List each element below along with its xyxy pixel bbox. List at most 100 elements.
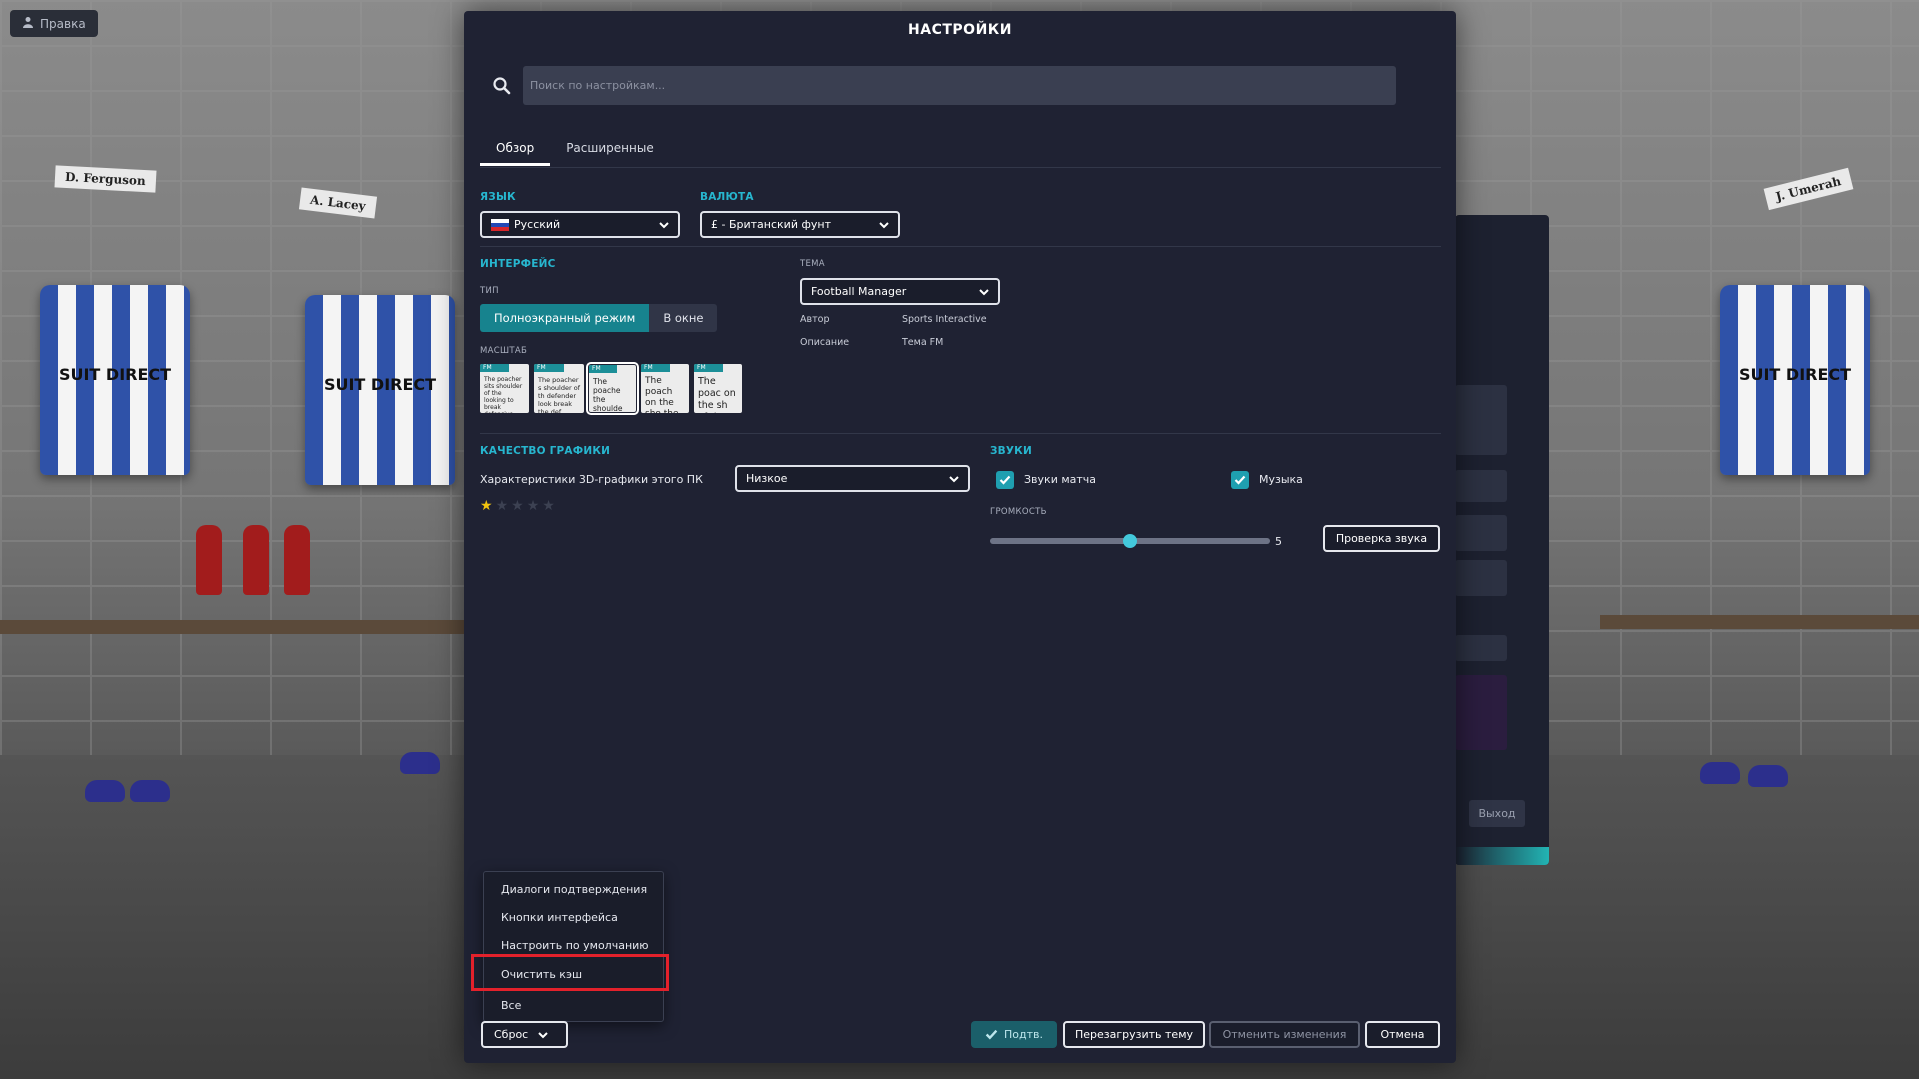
chevron-down-icon	[659, 221, 669, 228]
boot	[85, 780, 125, 802]
menu-item-restore-defaults[interactable]: Настроить по умолчанию	[501, 939, 649, 952]
music-checkbox[interactable]	[1231, 471, 1249, 489]
star-icon: ★	[526, 498, 540, 514]
tab-overview[interactable]: Обзор	[480, 138, 551, 166]
graphics-quality-select[interactable]: Низкое	[735, 465, 970, 492]
panel-accent	[1455, 847, 1549, 865]
dialog-title: НАСТРОЙКИ	[908, 22, 1012, 38]
background-side-panel: Выход	[1455, 215, 1549, 865]
interface-section-label: ИНТЕРФЕЙС	[480, 258, 556, 270]
sponsor-text: SUIT DIRECT	[323, 375, 437, 394]
currency-select[interactable]: £ - Британский фунт	[700, 211, 900, 238]
language-section-label: ЯЗЫК	[480, 191, 516, 203]
volume-slider[interactable]	[990, 534, 1270, 548]
bottle	[284, 525, 310, 595]
display-mode-toggle: Полноэкранный режим В окне	[480, 304, 718, 332]
edit-button-label: Правка	[40, 16, 86, 31]
volume-slider-handle[interactable]	[1123, 534, 1137, 548]
theme-label: ТЕМА	[800, 259, 825, 269]
panel-row	[1455, 515, 1507, 551]
panel-row	[1455, 470, 1507, 502]
menu-item-clear-cache[interactable]: Очистить кэш	[501, 968, 582, 981]
sponsor-text: SUIT DIRECT	[1738, 365, 1852, 384]
theme-author-value: Sports Interactive	[902, 314, 987, 325]
scale-preview-text: The poache the shoulde last defend	[593, 377, 623, 412]
language-value: Русский	[514, 218, 561, 231]
chevron-down-icon	[979, 288, 989, 295]
panel-row	[1455, 560, 1507, 596]
boot	[130, 780, 170, 802]
search-icon	[492, 76, 512, 96]
reset-dropdown-button[interactable]: Сброс	[481, 1021, 568, 1048]
checkmark-icon	[1234, 475, 1246, 485]
russia-flag-icon	[491, 218, 509, 231]
search-input[interactable]	[523, 66, 1396, 105]
tab-advanced[interactable]: Расширенные	[550, 138, 670, 166]
reset-button-label: Сброс	[494, 1028, 529, 1041]
person-icon	[22, 16, 34, 31]
bottle	[196, 525, 222, 595]
scale-header: FM	[534, 364, 564, 372]
checkmark-icon	[999, 475, 1011, 485]
confirm-button[interactable]: Подтв.	[971, 1021, 1057, 1048]
star-icon: ★	[511, 498, 524, 514]
section-divider	[480, 433, 1441, 434]
bench	[1600, 615, 1919, 629]
checkmark-icon	[985, 1029, 998, 1040]
scale-header: FM	[480, 364, 510, 372]
scale-preview-text: The poach on the sho the last de	[645, 376, 679, 413]
scale-option-1[interactable]: FM The poacher sits shoulder of the looki…	[480, 364, 529, 413]
volume-label: ГРОМКОСТЬ	[990, 507, 1047, 517]
bottle	[243, 525, 269, 595]
scale-options: FM The poacher sits shoulder of the looki…	[480, 362, 742, 415]
graphics-quality-value: Низкое	[746, 472, 788, 485]
language-select[interactable]: Русский	[480, 211, 680, 238]
chevron-down-icon	[538, 1031, 548, 1038]
chevron-down-icon	[879, 221, 889, 228]
jersey: SUIT DIRECT	[1720, 285, 1870, 475]
music-label: Музыка	[1259, 473, 1303, 486]
scale-header: FM	[694, 364, 723, 372]
chevron-down-icon	[949, 475, 959, 482]
graphics-section-label: КАЧЕСТВО ГРАФИКИ	[480, 445, 611, 457]
exit-button[interactable]: Выход	[1469, 800, 1525, 827]
reset-dropdown-menu: Диалоги подтверждения Кнопки интерфейса …	[483, 871, 664, 1022]
theme-description-value: Тема FM	[902, 337, 944, 348]
menu-item-confirm-dialogs[interactable]: Диалоги подтверждения	[501, 883, 647, 896]
scale-option-3[interactable]: FM The poache the shoulde last defend	[586, 362, 639, 415]
tab-bar: Обзор Расширенные	[480, 138, 670, 168]
match-sounds-checkbox[interactable]	[996, 471, 1014, 489]
menu-item-interface-buttons[interactable]: Кнопки интерфейса	[501, 911, 618, 924]
theme-description-label: Описание	[800, 337, 850, 348]
boot	[1700, 762, 1740, 784]
edit-button[interactable]: Правка	[10, 10, 98, 37]
windowed-mode-option[interactable]: В окне	[649, 304, 718, 332]
graphics-rating: ★ ★ ★ ★ ★	[480, 498, 555, 514]
match-sounds-label: Звуки матча	[1024, 473, 1097, 486]
fullscreen-mode-option[interactable]: Полноэкранный режим	[480, 304, 650, 332]
boot	[400, 752, 440, 774]
cancel-button[interactable]: Отмена	[1365, 1021, 1440, 1048]
panel-row	[1455, 635, 1507, 661]
scale-option-2[interactable]: FM The poacher s shoulder of th defender …	[534, 364, 584, 413]
scale-option-4[interactable]: FM The poach on the sho the last de	[641, 364, 689, 413]
confirm-button-label: Подтв.	[1004, 1028, 1043, 1041]
scale-preview-text: The poacher sits shoulder of the looking…	[484, 376, 523, 413]
undo-changes-button[interactable]: Отменить изменения	[1209, 1021, 1360, 1048]
reload-theme-button[interactable]: Перезагрузить тему	[1063, 1021, 1205, 1048]
scale-option-5[interactable]: FM The poac on the sh of the las	[694, 364, 742, 413]
theme-value: Football Manager	[811, 285, 907, 298]
theme-select[interactable]: Football Manager	[800, 278, 1000, 305]
scale-preview-text: The poac on the sh of the las	[698, 376, 736, 413]
menu-item-all[interactable]: Все	[501, 999, 521, 1012]
star-icon: ★	[480, 498, 493, 514]
scale-label: МАСШТАБ	[480, 346, 528, 356]
sponsor-text: SUIT DIRECT	[58, 365, 172, 384]
jersey: SUIT DIRECT	[40, 285, 190, 475]
sound-test-button[interactable]: Проверка звука	[1323, 525, 1440, 552]
sounds-section-label: ЗВУКИ	[990, 445, 1032, 457]
currency-section-label: ВАЛЮТА	[700, 191, 754, 203]
bench	[0, 620, 470, 634]
boot	[1748, 765, 1788, 787]
type-label: ТИП	[480, 286, 499, 296]
